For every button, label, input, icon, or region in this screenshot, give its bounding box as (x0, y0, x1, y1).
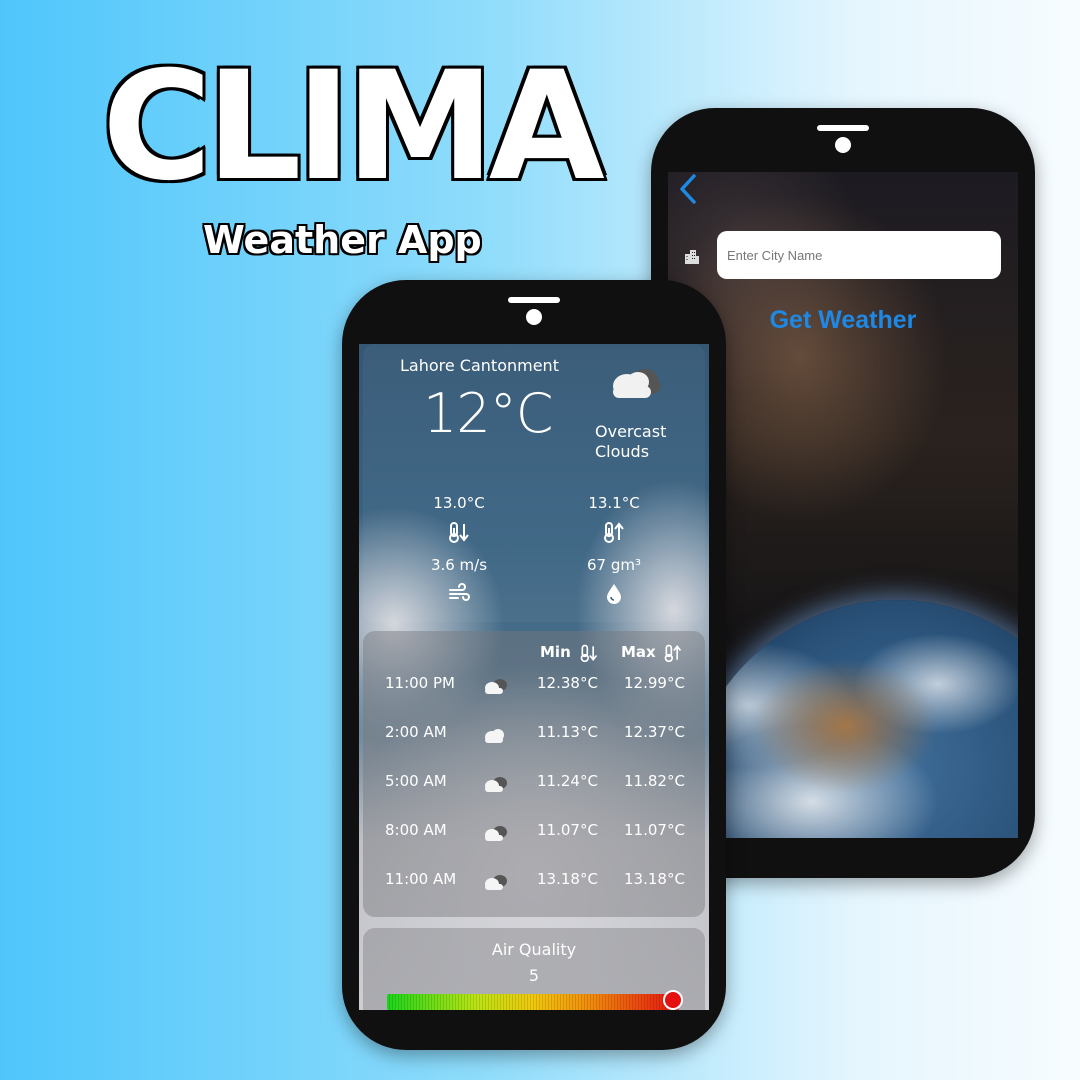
weather-screen: Lahore Cantonment 12°C Overcast Clouds 1… (359, 344, 709, 1010)
thermometer-up-icon (604, 522, 624, 543)
forecast-max: 12.37°C (624, 723, 685, 741)
forecast-time: 5:00 AM (385, 772, 447, 790)
app-title: CLIMA (100, 40, 608, 214)
forecast-min-header: Min (540, 643, 571, 661)
forecast-panel: Min Max 11:00 PM 12.38°C 12.99°C 2:00 AM… (363, 631, 705, 917)
city-buildings-icon (685, 250, 699, 264)
forecast-min: 11.07°C (537, 821, 598, 839)
forecast-min: 11.13°C (537, 723, 598, 741)
forecast-time: 11:00 AM (385, 870, 457, 888)
water-drop-icon (607, 584, 621, 604)
forecast-row: 5:00 AM 11.24°C 11.82°C (363, 772, 705, 796)
max-temp-value: 13.1°C (588, 494, 640, 512)
weather-condition: Overcast Clouds (595, 422, 667, 461)
cloud-icon (485, 679, 507, 694)
city-name-input[interactable] (717, 231, 1001, 279)
phone-weather: Lahore Cantonment 12°C Overcast Clouds 1… (342, 280, 726, 1050)
thermometer-down-icon (449, 522, 469, 543)
forecast-time: 2:00 AM (385, 723, 447, 741)
air-quality-label: Air Quality (491, 940, 577, 959)
location-name: Lahore Cantonment (400, 356, 559, 375)
forecast-max: 13.18°C (624, 870, 685, 888)
forecast-max-header: Max (621, 643, 656, 661)
forecast-row: 11:00 PM 12.38°C 12.99°C (363, 674, 705, 698)
forecast-min: 13.18°C (537, 870, 598, 888)
current-temperature: 12°C (423, 382, 553, 445)
cloud-icon (485, 729, 504, 743)
cloud-icon (485, 875, 507, 890)
phone-camera (835, 137, 851, 153)
app-subtitle: Weather App (203, 218, 482, 262)
cloud-icon (485, 777, 507, 792)
forecast-row: 2:00 AM 11.13°C 12.37°C (363, 723, 705, 747)
forecast-max: 11.82°C (624, 772, 685, 790)
air-quality-indicator (663, 990, 683, 1010)
forecast-row: 8:00 AM 11.07°C 11.07°C (363, 821, 705, 845)
earth-image (686, 600, 1018, 838)
forecast-min: 12.38°C (537, 674, 598, 692)
forecast-time: 11:00 PM (385, 674, 455, 692)
thermometer-up-icon (664, 644, 682, 663)
air-quality-panel: Air Quality 5 (363, 928, 705, 1010)
phone-speaker (817, 125, 869, 131)
phone-camera (526, 309, 542, 325)
air-quality-value: 5 (528, 966, 540, 985)
forecast-time: 8:00 AM (385, 821, 447, 839)
min-temp-value: 13.0°C (433, 494, 485, 512)
thermometer-down-icon (580, 644, 598, 663)
forecast-row: 11:00 AM 13.18°C 13.18°C (363, 870, 705, 894)
humidity-value: 67 gm³ (586, 556, 641, 574)
forecast-min: 11.24°C (537, 772, 598, 790)
cloud-icon (485, 826, 507, 841)
wind-speed-value: 3.6 m/s (430, 556, 488, 574)
phone-speaker (508, 297, 560, 303)
current-weather-panel: Lahore Cantonment 12°C Overcast Clouds 1… (363, 344, 705, 622)
air-quality-bar (387, 994, 679, 1010)
forecast-max: 12.99°C (624, 674, 685, 692)
cloud-icon (613, 369, 661, 398)
chevron-left-icon[interactable] (674, 172, 704, 206)
forecast-max: 11.07°C (624, 821, 685, 839)
wind-icon (449, 583, 470, 601)
